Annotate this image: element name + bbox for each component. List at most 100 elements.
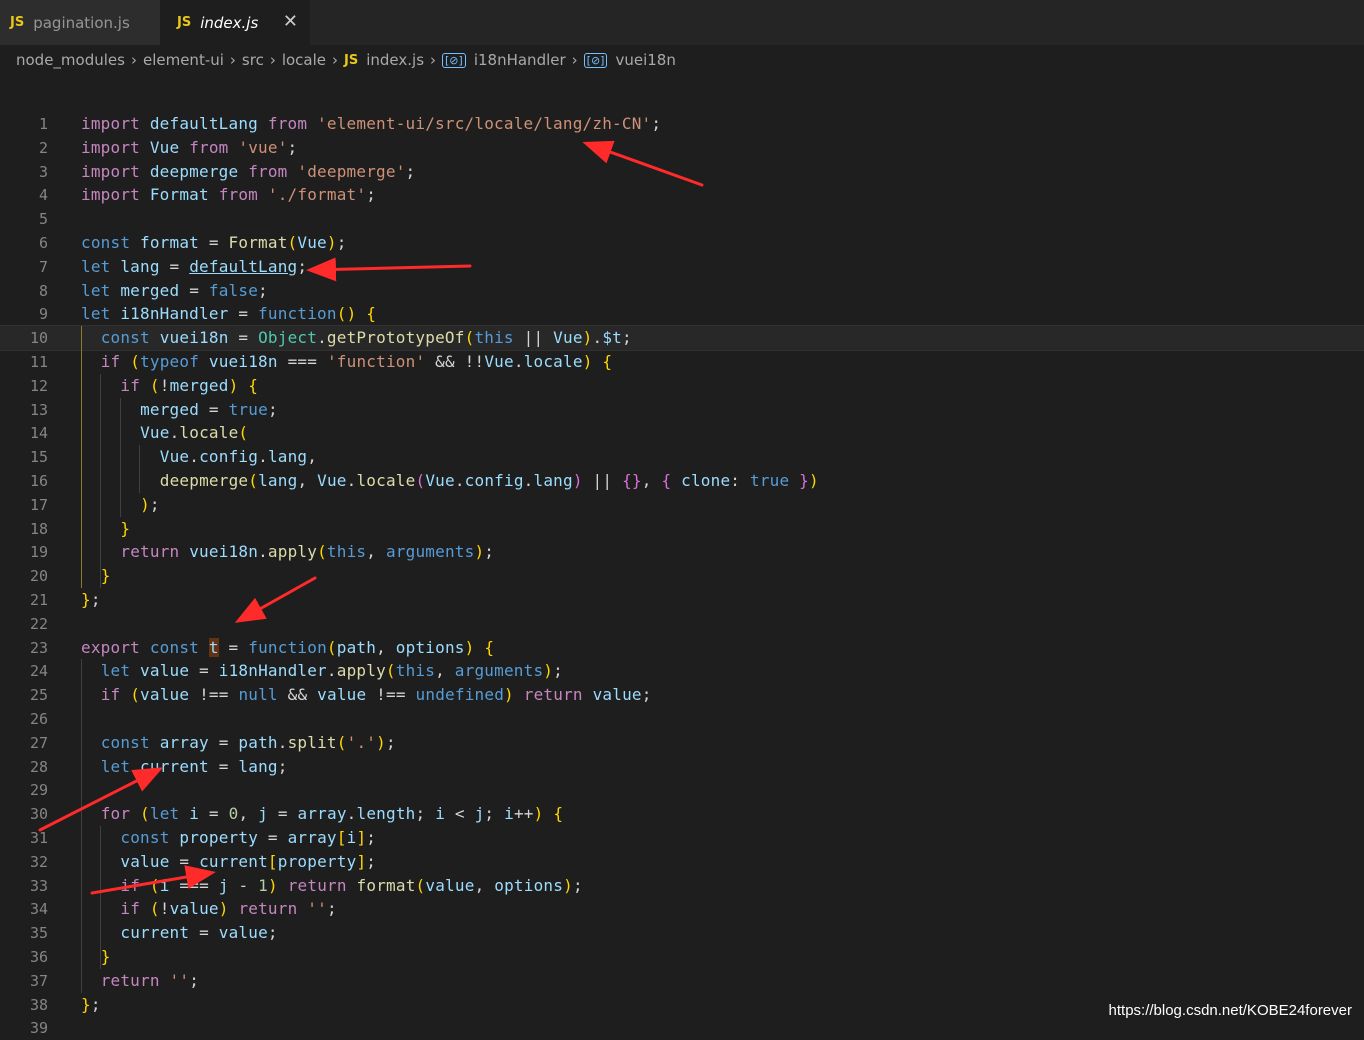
line-number: 36 xyxy=(29,948,48,966)
code-line[interactable]: 8 let merged = false; xyxy=(0,279,1364,303)
line-number: 11 xyxy=(29,353,48,371)
line-code: if (value !== null && value !== undefine… xyxy=(100,685,652,705)
code-line[interactable]: 26 xyxy=(0,707,1364,731)
indent-guide xyxy=(139,445,141,493)
code-line[interactable]: 21}; xyxy=(0,588,1364,612)
code-line[interactable]: 2 import Vue from 'vue'; xyxy=(0,136,1364,160)
code-line[interactable]: 23 export const t = function(path, option… xyxy=(0,636,1364,660)
code-line[interactable]: 4 import Format from './format'; xyxy=(0,183,1364,207)
breadcrumb-item[interactable]: element-ui xyxy=(143,51,224,69)
line-number: 39 xyxy=(29,1019,48,1038)
line-number: 18 xyxy=(29,519,48,538)
line-number: 9 xyxy=(38,305,48,324)
line-number: 28 xyxy=(29,757,48,776)
line-number: 17 xyxy=(29,495,48,514)
line-code: value = current[property]; xyxy=(120,851,377,871)
line-code: }; xyxy=(81,590,101,609)
js-file-icon: JS xyxy=(344,52,359,68)
line-number: 26 xyxy=(29,710,48,728)
chevron-right-icon: › xyxy=(430,51,437,69)
code-line[interactable]: 36 } xyxy=(0,945,1364,969)
line-code: if (i === j - 1) return format(value, op… xyxy=(120,875,583,895)
code-line[interactable]: 13 merged = true; xyxy=(0,398,1364,422)
close-icon[interactable]: ✕ xyxy=(283,12,298,32)
code-line[interactable]: 32 value = current[property]; xyxy=(0,850,1364,874)
chevron-right-icon: › xyxy=(571,51,578,69)
line-number: 16 xyxy=(29,472,48,490)
line-number: 29 xyxy=(29,781,48,800)
line-number: 32 xyxy=(29,852,48,871)
line-code: let lang = defaultLang; xyxy=(81,256,308,276)
line-number: 25 xyxy=(29,686,48,705)
breadcrumb-item[interactable]: vuei18n xyxy=(615,51,675,69)
code-line[interactable]: 33 if (i === j - 1) return format(value,… xyxy=(0,874,1364,898)
code-line[interactable]: 30 for (let i = 0, j = array.length; i <… xyxy=(0,802,1364,826)
breadcrumb-item[interactable]: node_modules xyxy=(16,51,125,69)
line-number: 37 xyxy=(29,971,48,990)
line-code: } xyxy=(100,947,111,966)
variable-symbol-icon: [⊘] xyxy=(583,52,608,68)
line-code: import Format from './format'; xyxy=(81,185,377,205)
tab-label: index.js xyxy=(200,13,259,32)
breadcrumb: node_modules › element-ui › src › locale… xyxy=(16,48,676,72)
tab-label: pagination.js xyxy=(33,13,130,32)
line-code: import deepmerge from 'deepmerge'; xyxy=(81,161,416,181)
line-code: for (let i = 0, j = array.length; i < j;… xyxy=(100,804,564,824)
code-line[interactable]: 27 const array = path.split('.'); xyxy=(0,731,1364,755)
indent-guide xyxy=(81,326,82,588)
line-code: const property = array[i]; xyxy=(120,828,377,847)
line-number: 35 xyxy=(29,924,48,943)
code-line[interactable]: 39 xyxy=(0,1016,1364,1040)
line-number: 38 xyxy=(29,995,48,1014)
line-number: 15 xyxy=(29,448,48,467)
code-line[interactable]: 37 return ''; xyxy=(0,969,1364,993)
line-code: let current = lang; xyxy=(100,756,288,776)
line-number: 6 xyxy=(38,234,48,252)
breadcrumb-item[interactable]: locale xyxy=(282,51,326,69)
line-code: import Vue from 'vue'; xyxy=(81,137,298,157)
code-line[interactable]: 12 if (!merged) { xyxy=(0,374,1364,398)
chevron-right-icon: › xyxy=(269,51,276,69)
breadcrumb-item[interactable]: src xyxy=(242,51,264,69)
line-code: const format = Format(Vue); xyxy=(81,233,347,252)
line-number: 34 xyxy=(29,900,48,919)
code-line[interactable]: 25 if (value !== null && value !== undef… xyxy=(0,683,1364,707)
code-line[interactable]: 10 const vuei18n = Object.getPrototypeOf… xyxy=(0,325,1364,352)
line-code: current = value; xyxy=(120,923,278,943)
code-line[interactable]: 20 } xyxy=(0,564,1364,588)
code-line[interactable]: 22 xyxy=(0,612,1364,636)
line-number: 1 xyxy=(38,115,48,133)
line-code: return ''; xyxy=(100,970,200,990)
code-line[interactable]: 29 xyxy=(0,778,1364,802)
code-line[interactable]: 11 if (typeof vuei18n === 'function' && … xyxy=(0,350,1364,374)
code-line[interactable]: 6 const format = Format(Vue); xyxy=(0,231,1364,255)
code-line[interactable]: 17 ); xyxy=(0,493,1364,517)
line-code: let merged = false; xyxy=(81,280,268,300)
code-line[interactable]: 7 let lang = defaultLang; xyxy=(0,255,1364,279)
code-line[interactable]: 24 let value = i18nHandler.apply(this, a… xyxy=(0,659,1364,683)
indent-guide xyxy=(81,659,82,993)
code-line[interactable]: 31 const property = array[i]; xyxy=(0,826,1364,850)
code-editor[interactable]: 1 import defaultLang from 'element-ui/src… xyxy=(0,112,1364,1037)
line-code: return vuei18n.apply(this, arguments); xyxy=(120,542,495,562)
code-line[interactable]: 18 } xyxy=(0,517,1364,541)
code-line[interactable]: 28 let current = lang; xyxy=(0,755,1364,779)
line-number: 5 xyxy=(38,210,48,229)
code-line[interactable]: 16 deepmerge(lang, Vue.locale(Vue.config… xyxy=(0,469,1364,493)
code-line[interactable]: 19 return vuei18n.apply(this, arguments)… xyxy=(0,540,1364,564)
code-line[interactable]: 9 let i18nHandler = function() { xyxy=(0,302,1364,326)
breadcrumb-item[interactable]: i18nHandler xyxy=(474,51,566,69)
code-line[interactable]: 15 Vue.config.lang, xyxy=(0,445,1364,469)
code-line[interactable]: 1 import defaultLang from 'element-ui/src… xyxy=(0,112,1364,136)
tab-index-js[interactable]: JS index.js ✕ xyxy=(160,0,310,45)
line-code: export const t = function(path, options)… xyxy=(81,637,495,657)
code-line[interactable]: 14 Vue.locale( xyxy=(0,421,1364,445)
line-code: if (!value) return ''; xyxy=(120,899,337,919)
code-line[interactable]: 35 current = value; xyxy=(0,921,1364,945)
tab-pagination-js[interactable]: JS pagination.js xyxy=(0,0,160,45)
breadcrumb-item[interactable]: index.js xyxy=(366,51,424,69)
code-line[interactable]: 34 if (!value) return ''; xyxy=(0,897,1364,921)
code-line[interactable]: 3 import deepmerge from 'deepmerge'; xyxy=(0,160,1364,184)
indent-guide xyxy=(100,373,102,588)
code-line[interactable]: 5 xyxy=(0,207,1364,231)
